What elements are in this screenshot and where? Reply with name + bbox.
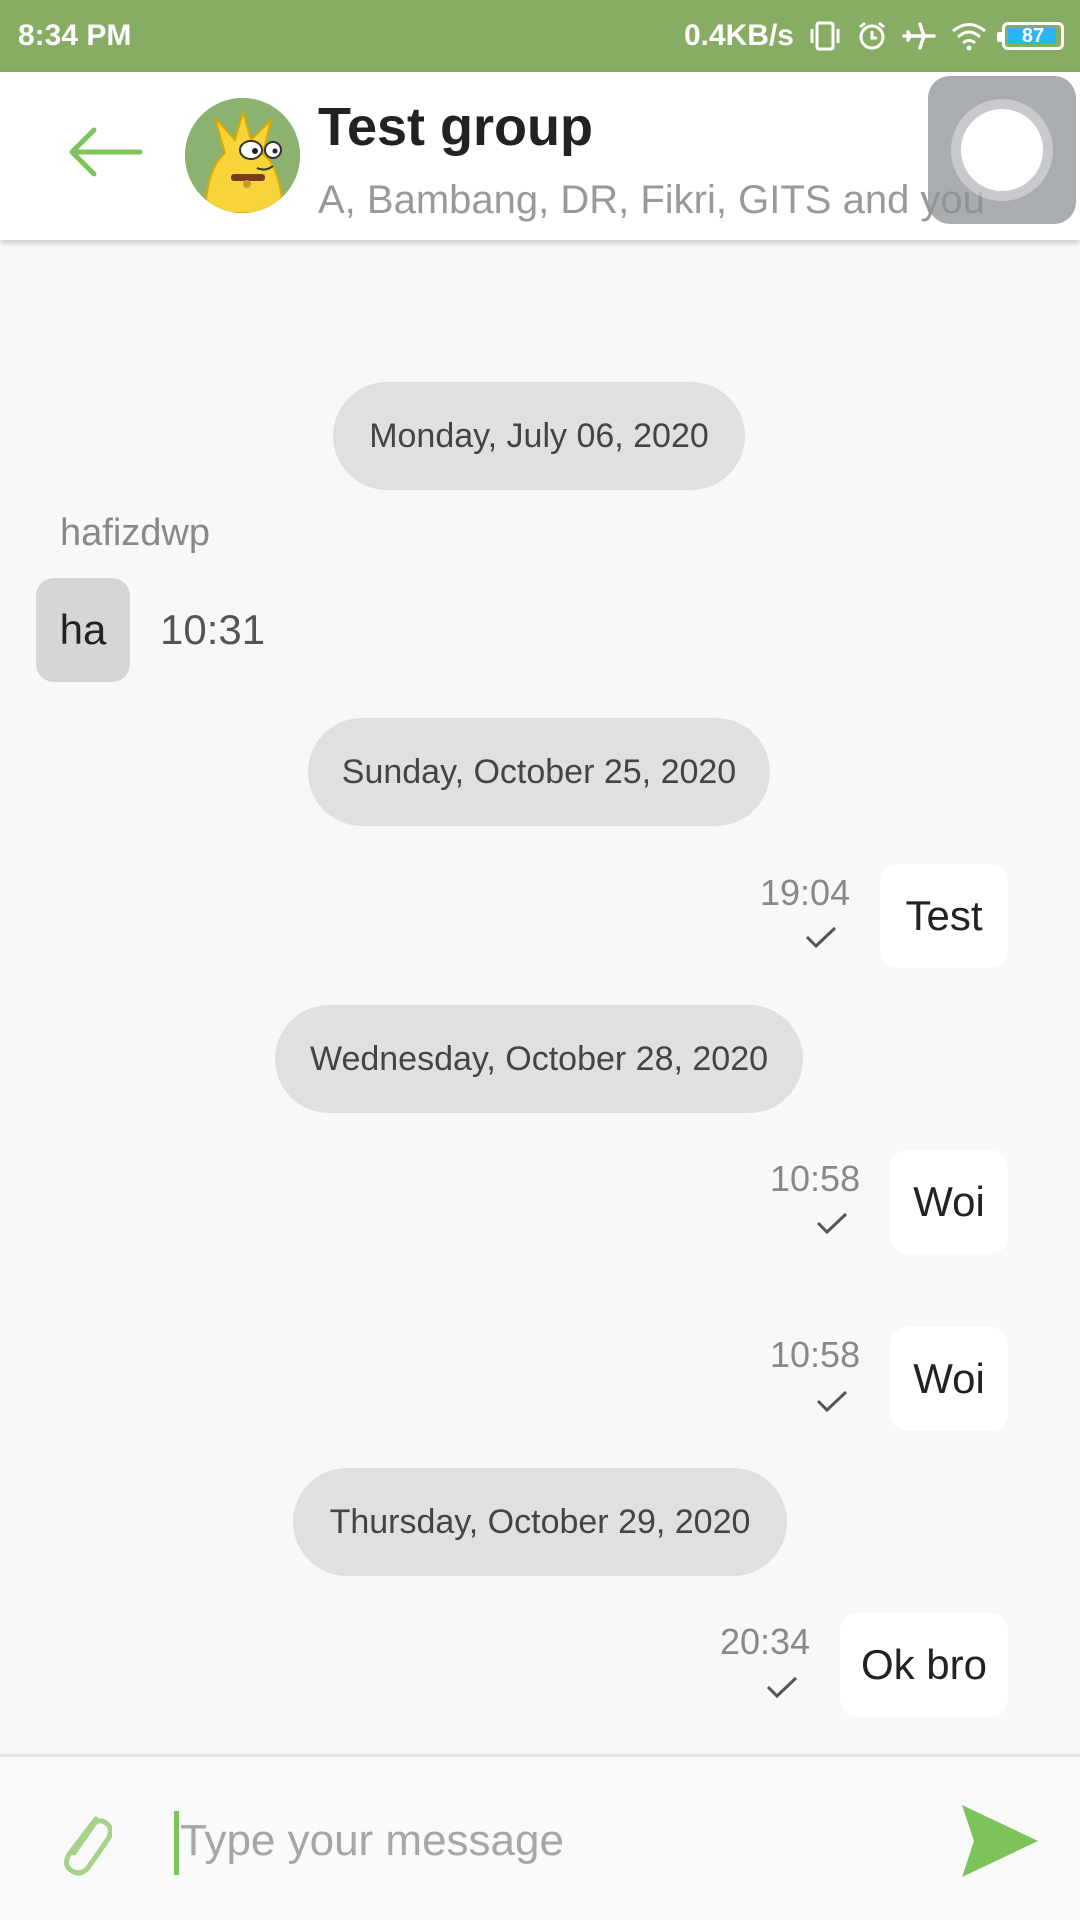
message-input[interactable] <box>180 1803 920 1879</box>
back-arrow-icon[interactable] <box>64 122 144 182</box>
message-composer <box>0 1754 1080 1920</box>
status-time: 8:34 PM <box>18 19 132 52</box>
sent-check-icon <box>816 1390 848 1413</box>
date-separator: Thursday, October 29, 2020 <box>293 1468 787 1576</box>
outgoing-message-bubble[interactable]: Woi <box>890 1150 1008 1254</box>
text-cursor <box>174 1811 179 1875</box>
assistive-touch-icon <box>961 109 1043 191</box>
outgoing-message-bubble[interactable]: Woi <box>890 1327 1008 1431</box>
alarm-icon <box>859 21 885 50</box>
airplane-icon <box>902 22 936 50</box>
vibrate-icon <box>810 21 840 51</box>
assistive-touch-button[interactable] <box>928 76 1076 224</box>
date-separator: Monday, July 06, 2020 <box>333 382 745 490</box>
status-icons: 0.4KB/s 87 <box>684 19 1064 53</box>
date-separator: Wednesday, October 28, 2020 <box>275 1005 803 1113</box>
group-title[interactable]: Test group <box>318 96 593 158</box>
network-speed: 0.4KB/s <box>683 19 794 52</box>
message-time: 10:58 <box>770 1334 861 1375</box>
battery-level: 87 <box>1021 24 1045 47</box>
status-bar: 8:34 PM 0.4KB/s 87 <box>0 0 1080 72</box>
group-members: A, Bambang, DR, Fikri, GITS and you <box>318 178 985 222</box>
sent-check-icon <box>766 1676 798 1699</box>
chat-header: Test group A, Bambang, DR, Fikri, GITS a… <box>0 72 1080 240</box>
cat-avatar-icon <box>185 98 300 213</box>
wifi-icon <box>952 23 986 51</box>
sent-check-icon <box>805 926 837 949</box>
message-time: 10:58 <box>770 1158 861 1199</box>
paperclip-icon[interactable] <box>52 1805 112 1877</box>
sent-check-icon <box>816 1212 848 1235</box>
outgoing-message-bubble[interactable]: Ok bro <box>840 1613 1008 1717</box>
message-time: 20:34 <box>720 1621 811 1662</box>
send-icon[interactable] <box>960 1803 1040 1879</box>
group-avatar[interactable] <box>185 98 300 213</box>
message-list[interactable]: Monday, July 06, 2020 hafizdwp ha 10:31 … <box>0 240 1080 1754</box>
outgoing-message-bubble[interactable]: Test <box>880 864 1008 968</box>
date-separator: Sunday, October 25, 2020 <box>308 718 770 826</box>
message-sender: hafizdwp <box>60 512 210 554</box>
message-time: 10:31 <box>160 606 266 653</box>
battery-icon: 87 <box>997 22 1064 50</box>
incoming-message-bubble[interactable]: ha <box>36 578 130 682</box>
message-time: 19:04 <box>760 872 851 913</box>
